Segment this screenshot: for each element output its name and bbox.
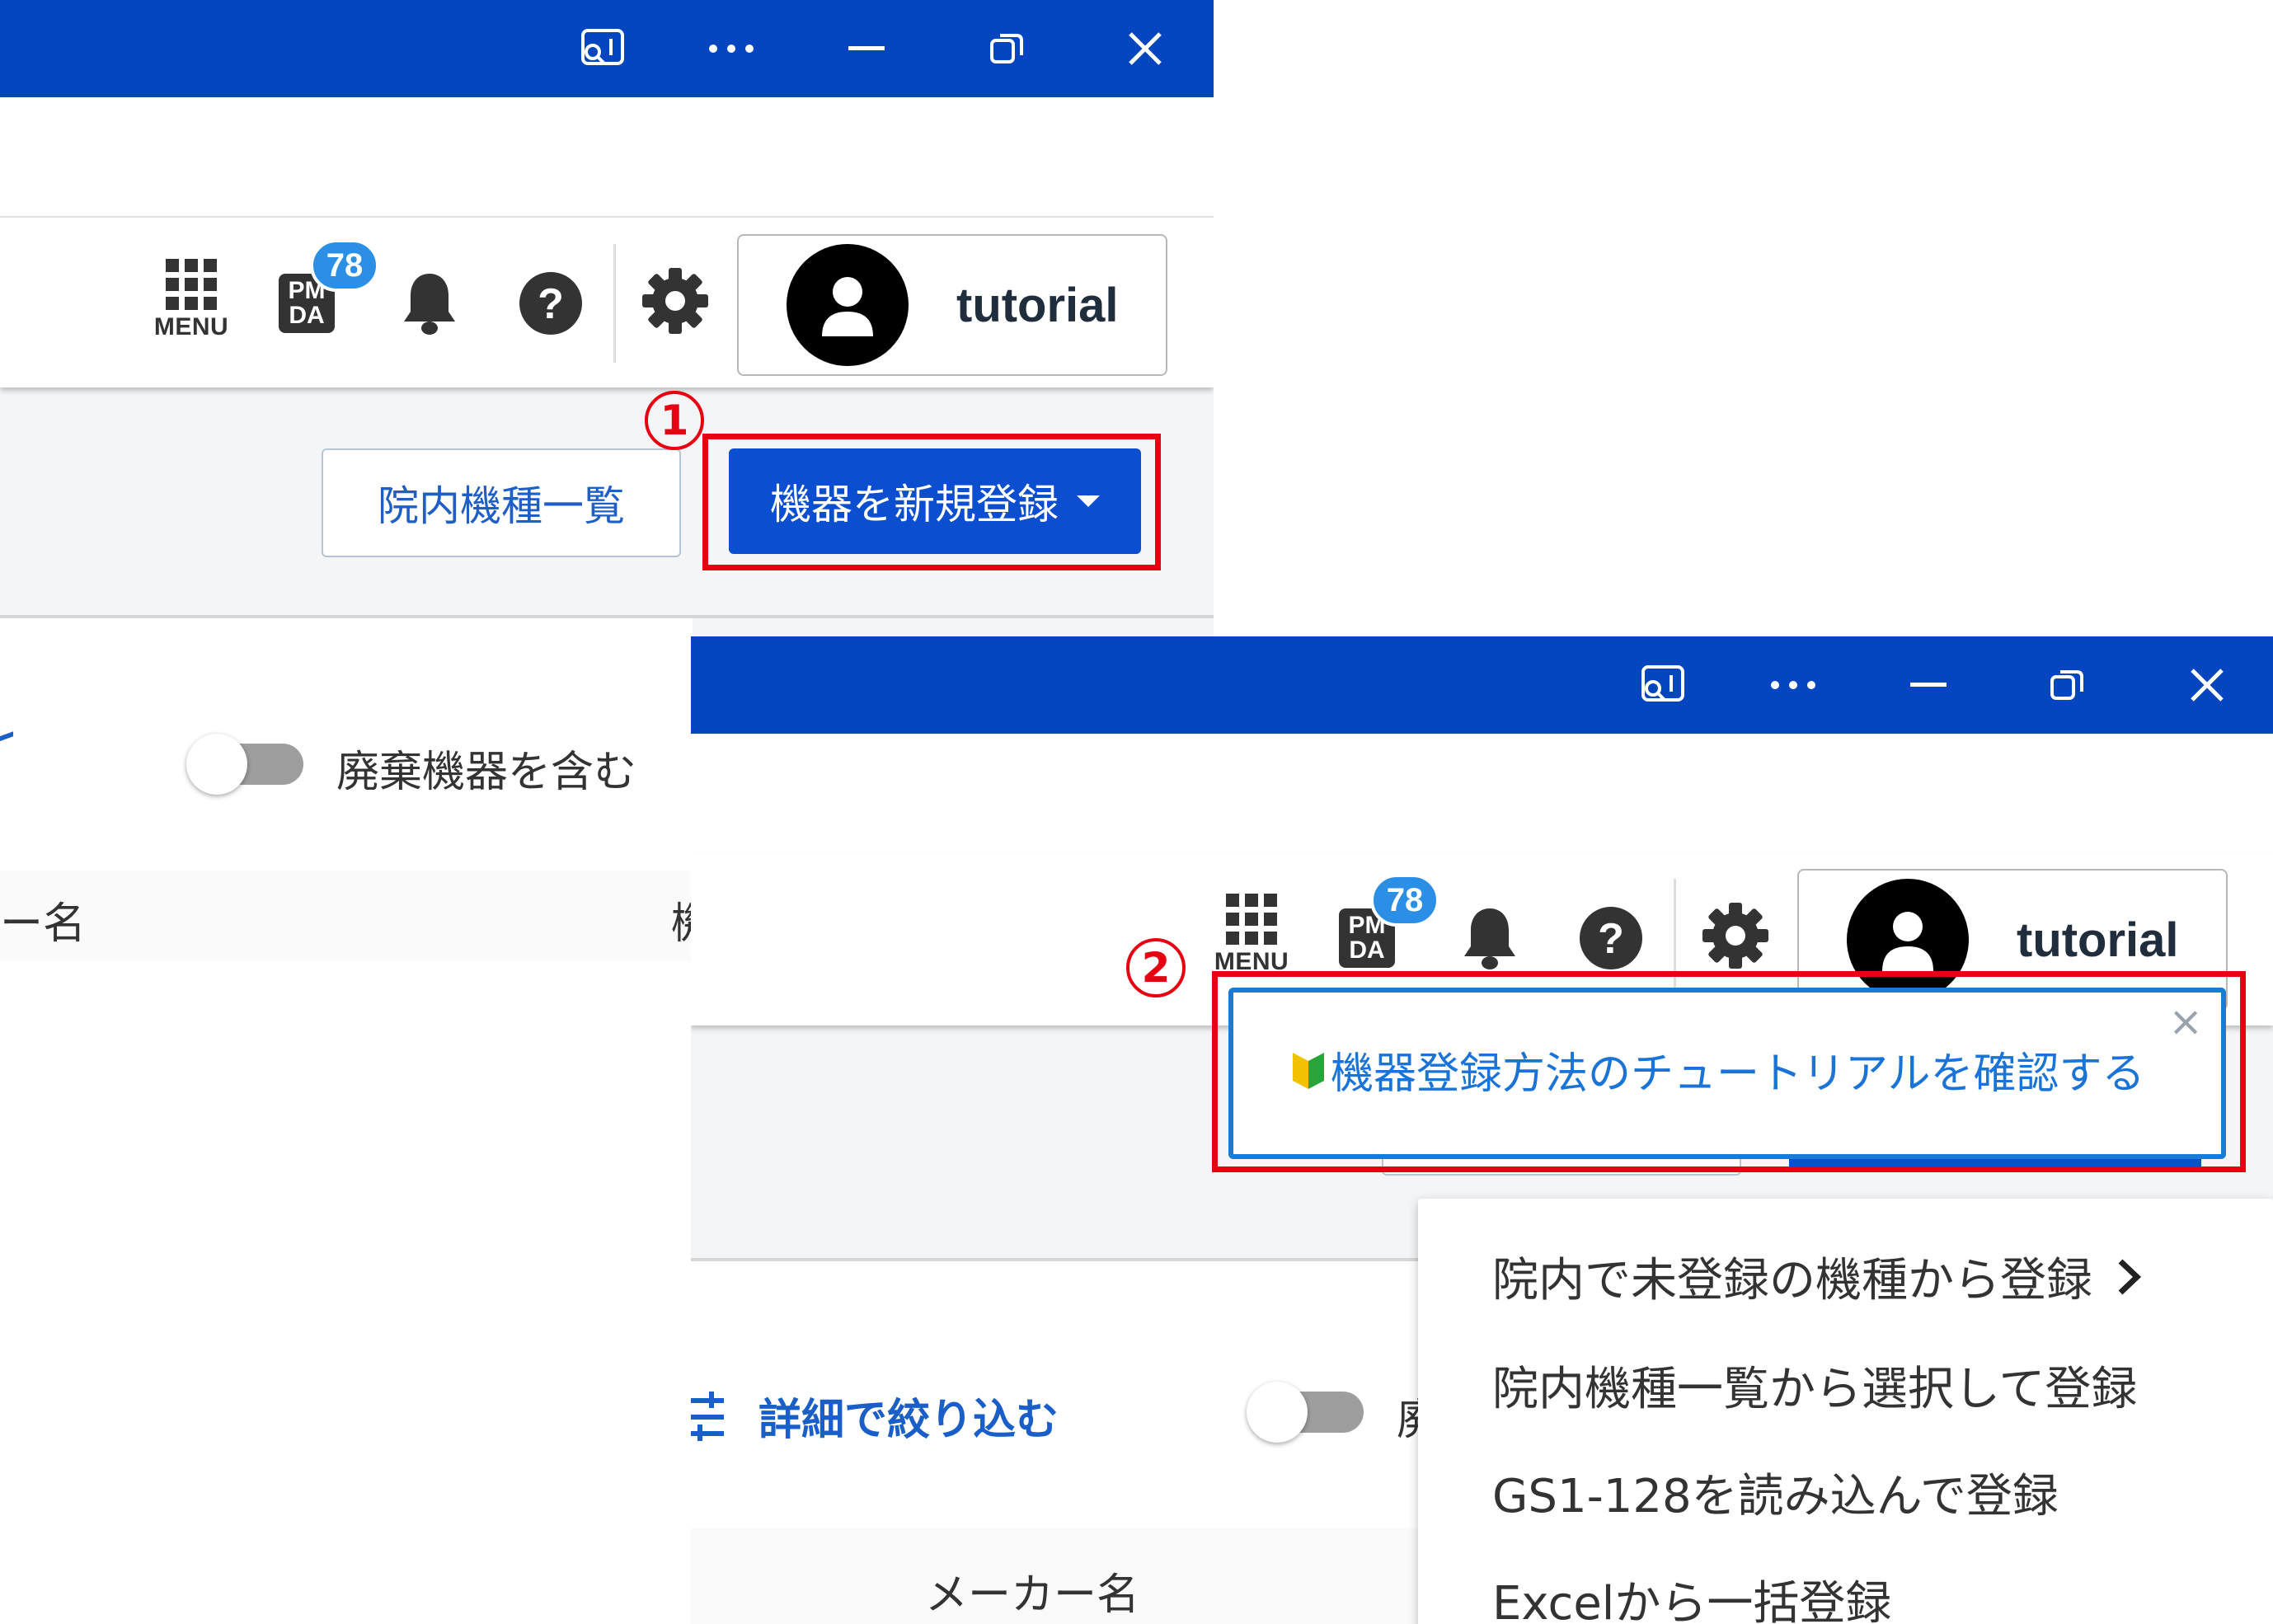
svg-text:?: ? [1598, 915, 1624, 963]
more-icon[interactable] [686, 0, 777, 97]
help-icon[interactable]: ? [518, 270, 584, 336]
bell-icon[interactable] [401, 270, 458, 336]
step-2-marker: 2 [1126, 938, 1186, 997]
user-icon [1882, 912, 1933, 971]
restore-icon[interactable] [2022, 636, 2112, 734]
menu-label: MENU [153, 313, 229, 340]
dropdown-item-excel[interactable]: Excelから一括登録 [1492, 1566, 1891, 1624]
dropdown-item-gs1[interactable]: GS1-128を読み込んで登録 [1492, 1459, 2059, 1526]
filter-icon-fragment [0, 731, 13, 751]
maker-column-header: ー名 [0, 899, 87, 949]
window-titlebar [691, 636, 2273, 734]
filter-area: 廃棄機器を含む ー名 機 [0, 618, 714, 969]
address-bar-area [691, 734, 2273, 854]
minimize-icon[interactable] [1883, 636, 1974, 734]
more-icon[interactable] [1748, 636, 1839, 734]
bell-icon[interactable] [1461, 905, 1519, 971]
menu-button[interactable]: MENU [1205, 894, 1298, 976]
help-icon[interactable]: ? [1578, 905, 1644, 971]
notification-badge: 78 [310, 239, 379, 292]
register-dropdown-menu: 院内で未登録の機種から登録 院内機種一覧から選択して登録 GS1-128を読み込… [1418, 1199, 2273, 1624]
user-name: tutorial [956, 278, 1119, 332]
hospital-model-list-button[interactable]: 院内機種一覧 [322, 448, 681, 557]
app-header: MENU PM DA 78 ? tutorial [0, 218, 1214, 387]
filter-sliders-icon [691, 1391, 724, 1441]
avatar [787, 244, 909, 366]
cast-icon[interactable] [557, 0, 648, 97]
dropdown-item-from-list[interactable]: 院内機種一覧から選択して登録 [1492, 1352, 2137, 1419]
cast-icon[interactable] [1618, 636, 1708, 734]
step-1-marker: 1 [645, 391, 704, 450]
highlight-step-2 [1212, 971, 2246, 1172]
dropdown-item-unregistered[interactable]: 院内で未登録の機種から登録 [1492, 1243, 2145, 1310]
restore-icon[interactable] [961, 0, 1052, 97]
gear-icon[interactable] [641, 267, 709, 335]
address-bar-area [0, 97, 1214, 218]
maker-column-header: メーカー名 [925, 1570, 1140, 1620]
header-divider [613, 244, 616, 363]
notification-badge: 78 [1370, 874, 1439, 927]
minimize-icon[interactable] [821, 0, 912, 97]
user-name: tutorial [2017, 913, 2179, 967]
window-titlebar [0, 0, 1214, 97]
user-menu-button[interactable]: tutorial [737, 234, 1167, 376]
user-icon [822, 277, 873, 336]
close-icon[interactable] [2162, 636, 2252, 734]
include-disposed-label: 廃棄機器を含む [336, 748, 637, 797]
highlight-step-1 [702, 434, 1161, 570]
close-icon[interactable] [1100, 0, 1191, 97]
screenshot-step-2: MENU PM DA 78 ? tutorial 詳細で絞り込む メーカー名 院… [691, 636, 2273, 1624]
grid-icon [1226, 894, 1277, 945]
svg-text:?: ? [538, 280, 564, 328]
detail-filter-button[interactable]: 詳細で絞り込む [691, 1385, 1059, 1447]
table-header: ー名 機 [0, 871, 714, 961]
chevron-right-icon [2118, 1258, 2142, 1295]
detail-filter-label: 詳細で絞り込む [758, 1396, 1059, 1445]
gear-icon[interactable] [1702, 902, 1769, 969]
menu-button[interactable]: MENU [145, 259, 237, 341]
grid-icon [166, 259, 217, 310]
